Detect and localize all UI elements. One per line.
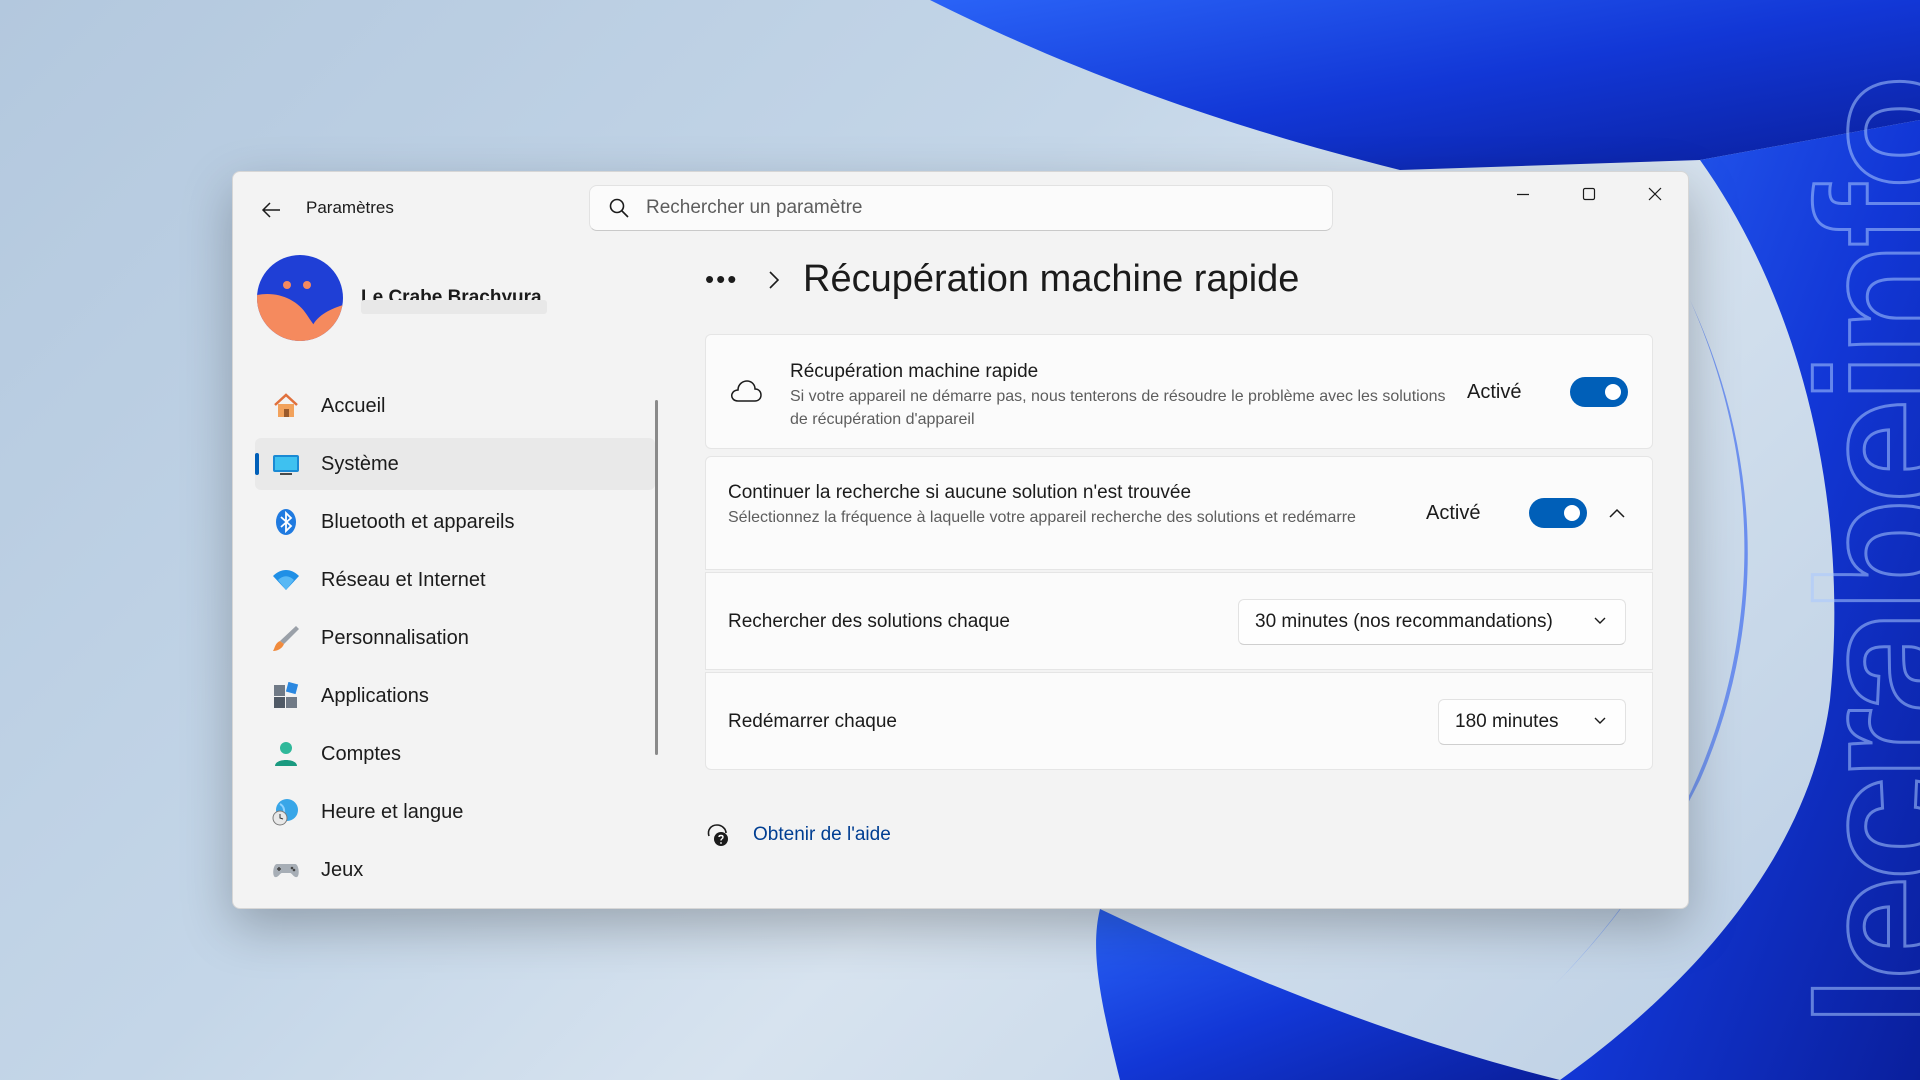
sidebar-item-bluetooth[interactable]: Bluetooth et appareils [255, 496, 655, 548]
search-input[interactable] [646, 197, 1286, 219]
quick-recovery-title: Récupération machine rapide [790, 361, 1039, 382]
sidebar-item-label: Accueil [321, 394, 386, 417]
sidebar-item-applications[interactable]: Applications [255, 670, 655, 722]
title-bar: Paramètres [233, 172, 1688, 242]
close-icon [1648, 187, 1662, 201]
window-controls [1490, 172, 1688, 216]
maximize-button[interactable] [1556, 172, 1622, 216]
sidebar-scrollbar[interactable] [655, 400, 658, 755]
sidebar-item-comptes[interactable]: Comptes [255, 728, 655, 780]
restart-interval-row: Redémarrer chaque 180 minutes [705, 672, 1653, 770]
sidebar-item-systeme[interactable]: Système [255, 438, 655, 490]
search-interval-row: Rechercher des solutions chaque 30 minut… [705, 572, 1653, 670]
minimize-button[interactable] [1490, 172, 1556, 216]
help-section: Obtenir de l'aide [705, 822, 891, 848]
search-interval-label: Rechercher des solutions chaque [728, 611, 1011, 632]
time-language-icon [271, 797, 301, 827]
continue-search-card: Continuer la recherche si aucune solutio… [705, 456, 1653, 570]
sidebar-item-personnalisation[interactable]: Personnalisation [255, 612, 655, 664]
sidebar-item-accueil[interactable]: Accueil [255, 380, 655, 432]
arrow-left-icon [261, 202, 280, 218]
sidebar-item-label: Heure et langue [321, 800, 464, 823]
close-button[interactable] [1622, 172, 1688, 216]
chevron-down-icon [1594, 617, 1606, 624]
collapse-button[interactable] [1601, 497, 1633, 529]
continue-search-state: Activé [1426, 502, 1481, 524]
sidebar-item-heure-langue[interactable]: Heure et langue [255, 786, 655, 838]
quick-recovery-description: Si votre appareil ne démarre pas, nous t… [790, 388, 1446, 428]
chevron-up-icon [1609, 508, 1625, 518]
sidebar-nav: Accueil Système Bluetooth et appareils R… [255, 380, 655, 902]
gaming-icon [271, 855, 301, 885]
restart-interval-label: Redémarrer chaque [728, 711, 897, 732]
sidebar-item-label: Réseau et Internet [321, 568, 486, 591]
sidebar-item-label: Personnalisation [321, 626, 469, 649]
restart-interval-value: 180 minutes [1455, 711, 1559, 732]
help-icon [707, 824, 728, 846]
sidebar-item-label: Applications [321, 684, 429, 707]
home-icon [271, 391, 301, 421]
cloud-icon [731, 380, 762, 402]
breadcrumb: ••• Récupération machine rapide [705, 258, 1299, 301]
continue-search-description: Sélectionnez la fréquence à laquelle vot… [728, 509, 1356, 526]
user-profile[interactable]: Le Crabe Brachyura [257, 255, 542, 341]
minimize-icon [1517, 193, 1529, 196]
continue-search-title: Continuer la recherche si aucune solutio… [728, 482, 1192, 503]
restart-interval-dropdown[interactable]: 180 minutes [1438, 699, 1626, 745]
settings-window: Paramètres L [232, 171, 1689, 909]
sidebar-item-reseau[interactable]: Réseau et Internet [255, 554, 655, 606]
avatar [257, 255, 343, 341]
get-help-link[interactable]: Obtenir de l'aide [753, 824, 891, 846]
maximize-icon [1582, 187, 1596, 201]
bluetooth-icon [271, 507, 301, 537]
quick-recovery-card: Récupération machine rapide Si votre app… [705, 334, 1653, 449]
app-title: Paramètres [306, 198, 394, 217]
search-icon [609, 198, 629, 218]
page-title: Récupération machine rapide [803, 258, 1300, 300]
chevron-down-icon [1594, 717, 1606, 724]
sidebar-item-label: Bluetooth et appareils [321, 510, 515, 533]
quick-recovery-state: Activé [1467, 381, 1522, 403]
system-icon [271, 449, 301, 479]
brush-icon [271, 623, 301, 653]
watermark-text: lecrabeinfo [1778, 79, 1920, 1030]
chevron-right-icon [769, 270, 779, 289]
apps-icon [271, 681, 301, 711]
breadcrumb-more-button[interactable]: ••• [705, 264, 749, 295]
search-interval-value: 30 minutes (nos recommandations) [1255, 611, 1553, 632]
quick-recovery-toggle[interactable] [1570, 377, 1628, 407]
sidebar-item-label: Système [321, 452, 399, 475]
search-interval-dropdown[interactable]: 30 minutes (nos recommandations) [1238, 599, 1626, 645]
accounts-icon [271, 739, 301, 769]
sidebar-item-jeux[interactable]: Jeux [255, 844, 655, 896]
continue-search-toggle[interactable] [1529, 498, 1587, 528]
profile-email-placeholder [361, 300, 547, 314]
wifi-icon [271, 565, 301, 595]
search-box[interactable] [589, 185, 1333, 231]
sidebar-item-label: Comptes [321, 742, 402, 765]
back-button[interactable] [253, 192, 289, 228]
sidebar-item-label: Jeux [321, 858, 364, 881]
